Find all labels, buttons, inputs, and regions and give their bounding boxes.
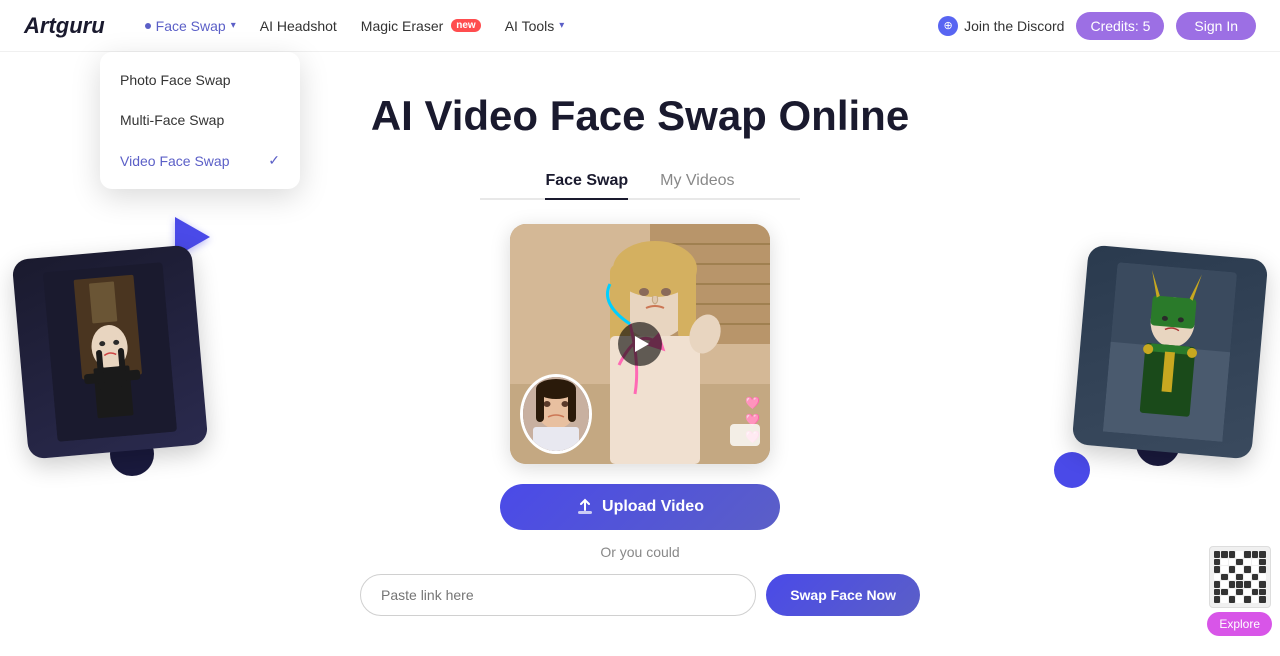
upload-btn-label: Upload Video: [602, 498, 704, 516]
play-icon: [635, 336, 649, 352]
face-thumb-svg: [523, 377, 589, 451]
nav-magic-eraser-label: Magic Eraser: [361, 18, 443, 34]
nav-magic-eraser[interactable]: Magic Eraser new: [349, 0, 493, 52]
credits-button[interactable]: Credits: 5: [1076, 12, 1164, 40]
explore-button[interactable]: Explore: [1207, 612, 1272, 636]
dropdown-photo-face-swap[interactable]: Photo Face Swap: [100, 60, 300, 100]
dropdown-video-face-swap[interactable]: Video Face Swap ✓: [100, 140, 300, 181]
swap-face-now-button[interactable]: Swap Face Now: [766, 574, 920, 616]
discord-button[interactable]: ⊕ Join the Discord: [938, 16, 1064, 36]
header: Artguru Face Swap ▾ AI Headshot Magic Er…: [0, 0, 1280, 52]
dropdown-item-label-2: Multi-Face Swap: [120, 112, 224, 128]
tab-my-videos[interactable]: My Videos: [660, 164, 734, 200]
new-badge: new: [451, 19, 480, 32]
dropdown-multi-face-swap[interactable]: Multi-Face Swap: [100, 100, 300, 140]
chevron-down-icon: ▾: [231, 20, 236, 31]
signin-button[interactable]: Sign In: [1176, 12, 1256, 40]
white-card-decoration: [730, 424, 760, 446]
qr-area: Explore: [1207, 546, 1272, 636]
heart-1: 🩷: [745, 396, 760, 410]
video-preview: 🩷 🩷 🩷: [510, 224, 770, 464]
face-thumbnail: [520, 374, 592, 454]
check-icon: ✓: [268, 152, 280, 169]
video-play-button[interactable]: [618, 322, 662, 366]
nav-ai-headshot-label: AI Headshot: [260, 18, 337, 34]
header-right: ⊕ Join the Discord Credits: 5 Sign In: [938, 12, 1256, 40]
discord-icon: ⊕: [938, 16, 958, 36]
nav-face-swap-label: Face Swap: [156, 18, 226, 34]
nav-dot: [145, 23, 151, 29]
page-title: AI Video Face Swap Online: [371, 92, 909, 140]
dropdown-item-label-3: Video Face Swap: [120, 153, 229, 169]
side-image-loki: [1072, 245, 1269, 460]
chevron-down-icon-2: ▾: [559, 20, 564, 31]
or-text: Or you could: [600, 544, 679, 560]
tabs-container: Face Swap My Videos: [480, 164, 800, 200]
upload-icon: [576, 498, 594, 516]
dropdown-item-label: Photo Face Swap: [120, 72, 231, 88]
nav-ai-tools-label: AI Tools: [505, 18, 555, 34]
paste-link-input[interactable]: [360, 574, 756, 616]
side-image-wednesday: [12, 245, 209, 460]
loki-figure: [1103, 262, 1237, 442]
nav-ai-tools[interactable]: AI Tools ▾: [493, 0, 577, 52]
nav-face-swap[interactable]: Face Swap ▾: [133, 0, 248, 52]
logo[interactable]: Artguru: [24, 13, 105, 39]
tab-face-swap[interactable]: Face Swap: [545, 164, 628, 200]
face-swap-dropdown: Photo Face Swap Multi-Face Swap Video Fa…: [100, 52, 300, 189]
blue-circle-right: [1054, 452, 1090, 488]
qr-code: [1209, 546, 1271, 608]
paste-row: Swap Face Now: [360, 574, 920, 616]
nav-ai-headshot[interactable]: AI Headshot: [248, 0, 349, 52]
upload-video-button[interactable]: Upload Video: [500, 484, 780, 530]
wednesday-figure: [43, 262, 177, 442]
discord-label: Join the Discord: [964, 18, 1064, 34]
